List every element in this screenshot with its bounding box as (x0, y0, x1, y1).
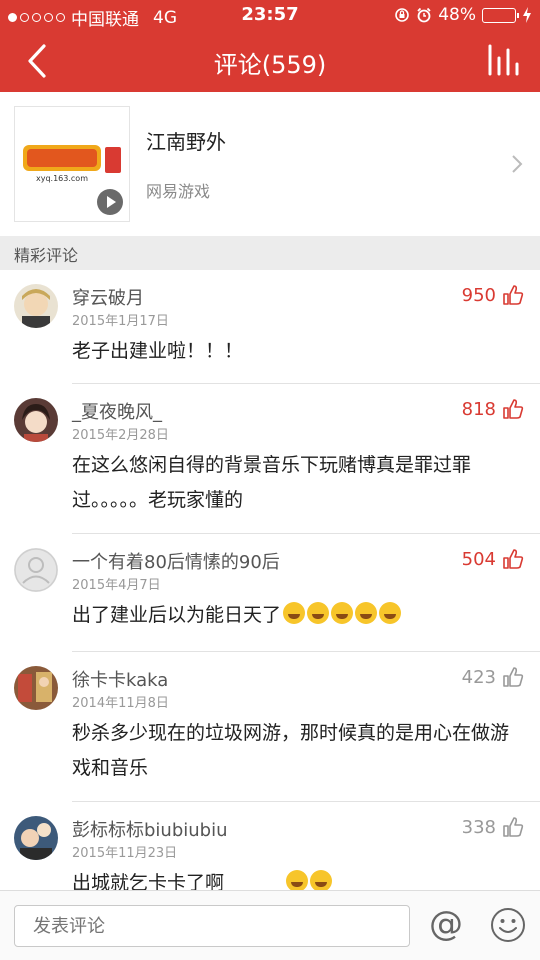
page-title: 评论(559) (213, 51, 327, 79)
default-avatar-icon[interactable] (14, 548, 58, 592)
like-button[interactable]: 423 (462, 666, 524, 688)
like-count: 338 (461, 816, 496, 838)
thumbs-up-icon (503, 817, 524, 837)
rotation-lock-icon (395, 8, 410, 22)
like-button[interactable]: 504 (462, 548, 524, 570)
game-cover[interactable]: xyq.163.com (14, 106, 130, 222)
battery-icon (482, 7, 519, 23)
thumbs-up-icon (503, 667, 524, 687)
play-icon[interactable] (97, 189, 123, 215)
like-count: 950 (461, 284, 496, 306)
status-bar: 中国联通 4G 23:57 48% (0, 0, 540, 30)
comment-username[interactable]: _夏夜晚风_ (72, 398, 162, 424)
comment-text: 在这么悠闲自得的背景音乐下玩赌博真是罪过罪过。。。。。老玩家懂的 (72, 454, 472, 511)
comment-item: 彭标标标biubiubiu 2015年11月23日 338 出城就乞卡卡了啊 (0, 802, 540, 892)
laughing-emoji-icon (379, 602, 402, 624)
battery-percent: 48% (438, 5, 476, 25)
laughing-emoji-icon (283, 602, 306, 624)
laughing-emoji-icon (355, 602, 378, 624)
comment-item: 穿云破月 2015年1月17日 950 老子出建业啦！！！ (0, 270, 540, 384)
thumbs-up-icon (503, 285, 524, 305)
audio-levels-icon[interactable] (486, 42, 522, 78)
avatar[interactable] (14, 398, 58, 442)
comment-date: 2015年2月28日 (72, 428, 169, 443)
like-button[interactable]: 338 (462, 816, 524, 838)
comment-text: 秒杀多少现在的垃圾网游，那时候真的是用心在做游戏和音乐 (72, 722, 510, 779)
like-count: 504 (461, 548, 496, 570)
charging-icon (523, 7, 531, 23)
avatar[interactable] (14, 284, 58, 328)
comment-composer-bar: @ (0, 890, 540, 960)
comments-screen: 中国联通 4G 23:57 48% 评论(559) xyq.163.com 江南… (0, 0, 540, 960)
comment-item: 一个有着80后情愫的90后 2015年4月7日 504 出了建业后以为能日天了 (0, 534, 540, 652)
laughing-emoji-icon (286, 870, 309, 892)
emoji-smiley-icon[interactable] (490, 907, 526, 943)
comment-input[interactable] (14, 905, 410, 947)
comment-item: _夏夜晚风_ 2015年2月28日 818 在这么悠闲自得的背景音乐下玩赌博真是… (0, 384, 540, 534)
comment-text-row: 出城就乞卡卡了啊 (72, 866, 520, 892)
like-button[interactable]: 818 (462, 398, 524, 420)
avatar[interactable] (14, 666, 58, 710)
comment-date: 2015年1月17日 (72, 314, 169, 329)
like-count: 818 (461, 398, 496, 420)
comment-username[interactable]: 穿云破月 (72, 284, 144, 310)
laughing-emoji-icon (307, 602, 330, 624)
comment-username[interactable]: 一个有着80后情愫的90后 (72, 548, 280, 574)
avatar[interactable] (14, 816, 58, 860)
section-header: 精彩评论 (0, 236, 540, 270)
comment-username[interactable]: 徐卡卡kaka (72, 666, 168, 692)
comment-text-row: 出了建业后以为能日天了 (72, 598, 520, 633)
game-name: 江南野外 (146, 130, 226, 154)
game-logo-icon: xyq.163.com (23, 145, 121, 183)
comment-text: 出了建业后以为能日天了 (72, 604, 282, 626)
comment-text: 老子出建业啦！！！ (72, 340, 244, 362)
game-maker: 网易游戏 (146, 182, 211, 201)
laughing-emoji-icon (331, 602, 354, 624)
thumbs-up-icon (503, 399, 524, 419)
mention-at-icon[interactable]: @ (428, 907, 464, 943)
svg-text:xyq.163.com: xyq.163.com (36, 174, 88, 183)
like-button[interactable]: 950 (462, 284, 524, 306)
comment-text: 出城就乞卡卡了啊 (72, 872, 225, 892)
laughing-emoji-icon (310, 870, 333, 892)
comment-date: 2015年4月7日 (72, 578, 161, 593)
alarm-icon (417, 7, 431, 23)
comment-date: 2014年11月8日 (72, 696, 169, 711)
comment-date: 2015年11月23日 (72, 846, 178, 861)
nav-bar: 评论(559) (0, 30, 540, 92)
comment-username[interactable]: 彭标标标biubiubiu (72, 816, 228, 842)
comment-item: 徐卡卡kaka 2014年11月8日 423 秒杀多少现在的垃圾网游，那时候真的… (0, 652, 540, 802)
game-card[interactable]: xyq.163.com 江南野外 网易游戏 (0, 92, 540, 236)
thumbs-up-icon (503, 549, 524, 569)
like-count: 423 (461, 666, 496, 688)
chevron-right-icon (512, 155, 523, 173)
